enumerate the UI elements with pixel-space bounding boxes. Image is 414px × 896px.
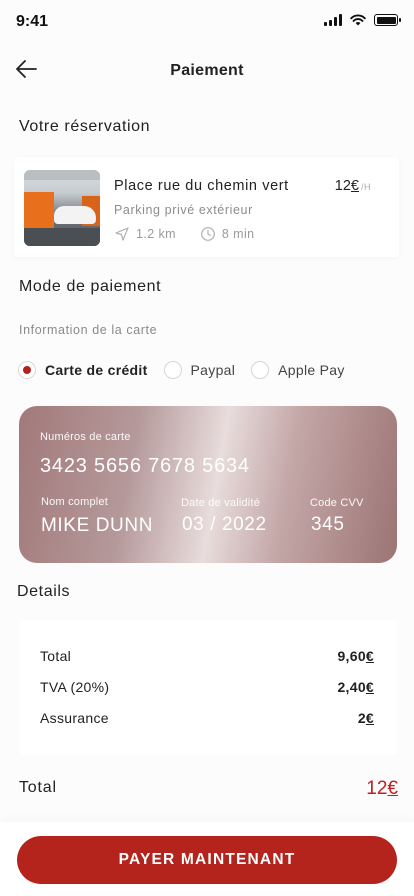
total-value: 12€ [366, 778, 398, 799]
page-title: Paiement [170, 62, 244, 79]
details-row-value: 2,40€ [337, 679, 374, 695]
card-name-label: Nom complet [41, 496, 108, 508]
payment-option-paypal[interactable]: Paypal [163, 361, 236, 379]
payment-option-label: Paypal [190, 362, 236, 378]
price-unit: /H [361, 182, 371, 192]
payment-option-label: Carte de crédit [45, 362, 148, 378]
radio-unselected-icon[interactable] [251, 361, 270, 379]
reservation-section-title: Votre réservation [19, 118, 151, 135]
details-row: Assurance 2€ [40, 710, 374, 726]
details-row-value: 2€ [357, 710, 374, 726]
parking-distance: 1.2 km [136, 227, 176, 241]
parking-meta: 1.2 km 8 min [114, 226, 255, 242]
radio-unselected-icon[interactable] [163, 361, 182, 379]
details-row: TVA (20%) 2,40€ [40, 679, 374, 695]
bottom-bar: PAYER MAINTENANT [0, 822, 414, 896]
details-row-value: 9,60€ [337, 648, 374, 664]
card-holder-name: MIKE DUNN [41, 515, 154, 536]
pay-now-button[interactable]: PAYER MAINTENANT [17, 836, 397, 884]
parking-thumbnail [24, 170, 100, 246]
total-label: Total [19, 779, 57, 796]
details-row: Total 9,60€ [40, 648, 374, 664]
cellular-signal-icon [324, 14, 342, 26]
clock-icon [201, 227, 215, 241]
status-time: 9:41 [16, 13, 49, 30]
payment-option-credit-card[interactable]: Carte de crédit [18, 361, 148, 379]
credit-card[interactable]: Numéros de carte 3423 5656 7678 5634 Nom… [19, 406, 397, 563]
card-cvv-label: Code CVV [310, 497, 364, 509]
price-currency: € [350, 178, 359, 194]
wifi-icon [350, 14, 366, 26]
details-row-label: TVA (20%) [40, 679, 110, 695]
details-section-title: Details [17, 583, 71, 600]
card-number: 3423 5656 7678 5634 [40, 455, 250, 477]
navigation-icon [115, 227, 129, 241]
parking-type: Parking privé extérieur [114, 203, 253, 217]
details-row-label: Assurance [40, 710, 109, 726]
payment-section-title: Mode de paiement [19, 278, 162, 295]
card-expiry-label: Date de validité [181, 497, 261, 509]
header: Paiement [0, 52, 414, 92]
parking-duration: 8 min [221, 227, 255, 241]
status-bar: 9:41 [0, 0, 414, 44]
card-info-label: Information de la carte [19, 323, 158, 337]
status-icons [324, 14, 401, 26]
price-amount: 12 [334, 178, 351, 194]
radio-selected-icon[interactable] [18, 361, 36, 379]
card-cvv: 345 [311, 514, 345, 535]
reservation-card[interactable]: Place rue du chemin vert 12€ /H Parking … [14, 157, 399, 257]
payment-option-label: Apple Pay [278, 362, 345, 378]
payment-option-apple-pay[interactable]: Apple Pay [251, 361, 345, 379]
battery-icon [374, 14, 401, 26]
details-card: Total 9,60€ TVA (20%) 2,40€ Assurance 2€ [19, 620, 398, 755]
parking-price: 12€ [335, 178, 359, 194]
card-number-label: Numéros de carte [40, 431, 131, 443]
card-expiry: 03 / 2022 [182, 514, 267, 535]
parking-name: Place rue du chemin vert [114, 178, 289, 194]
details-row-label: Total [40, 648, 72, 664]
payment-options: Carte de crédit Paypal Apple Pay [18, 361, 361, 379]
